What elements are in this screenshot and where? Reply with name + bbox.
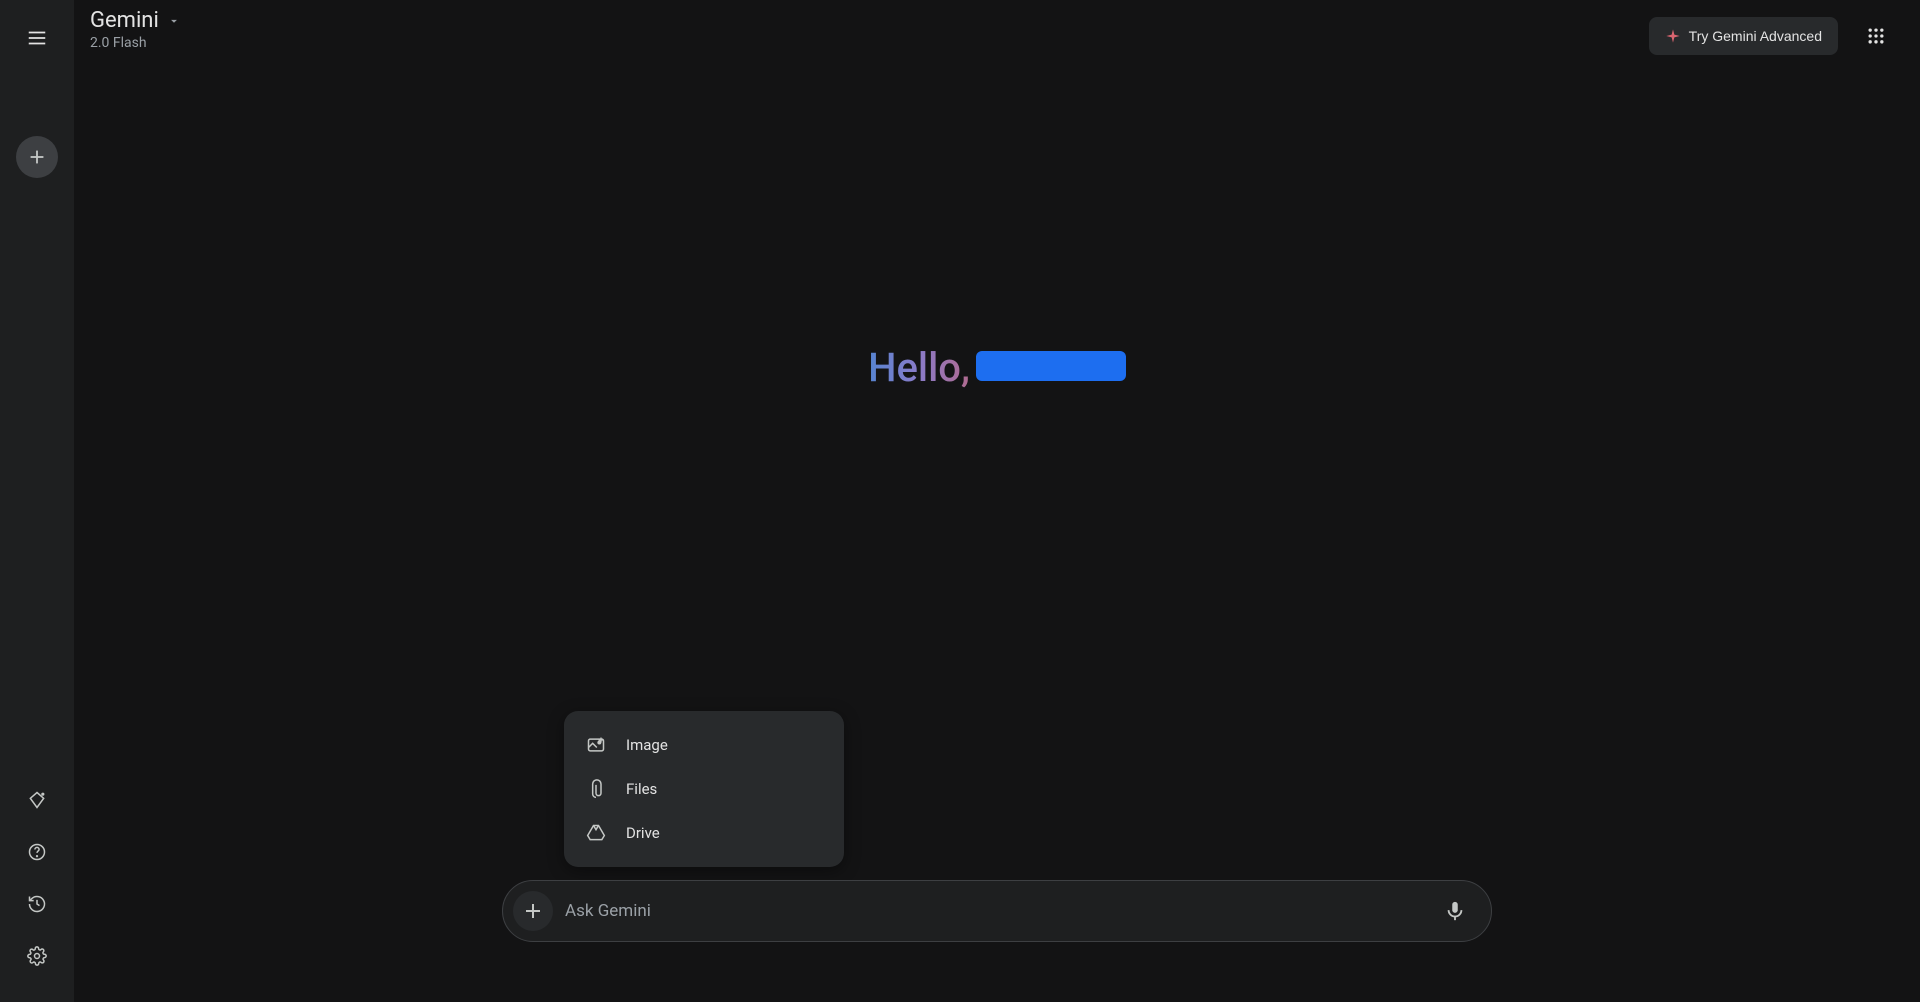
help-icon — [27, 842, 47, 862]
image-upload-icon — [586, 735, 606, 755]
hamburger-icon — [26, 27, 48, 49]
attach-files-label: Files — [626, 780, 657, 798]
try-advanced-button[interactable]: Try Gemini Advanced — [1649, 17, 1838, 55]
attach-button[interactable] — [513, 891, 553, 931]
drive-icon — [586, 823, 606, 843]
try-advanced-label: Try Gemini Advanced — [1689, 28, 1822, 44]
settings-button[interactable] — [17, 936, 57, 976]
attach-drive-option[interactable]: Drive — [564, 811, 844, 855]
help-button[interactable] — [17, 832, 57, 872]
new-chat-button[interactable] — [16, 136, 58, 178]
sidebar — [0, 0, 74, 1002]
app-title: Gemini — [90, 8, 159, 33]
gem-manager-button[interactable] — [17, 780, 57, 820]
attach-menu: Image Files Drive — [564, 711, 844, 867]
attach-image-option[interactable]: Image — [564, 723, 844, 767]
mic-icon — [1444, 900, 1466, 922]
plus-icon — [26, 146, 48, 168]
greeting: Hello, — [868, 344, 1126, 391]
plus-icon — [521, 899, 545, 923]
menu-button[interactable] — [15, 16, 59, 60]
activity-button[interactable] — [17, 884, 57, 924]
attachment-icon — [586, 779, 606, 799]
main-content: Gemini 2.0 Flash Try Gemini Advanced — [74, 0, 1920, 1002]
attach-image-label: Image — [626, 736, 668, 754]
attach-files-option[interactable]: Files — [564, 767, 844, 811]
diamond-sparkle-icon — [27, 790, 47, 810]
mic-button[interactable] — [1435, 891, 1475, 931]
attach-drive-label: Drive — [626, 824, 660, 842]
history-icon — [27, 894, 47, 914]
prompt-input[interactable] — [565, 901, 1423, 921]
greeting-name-redacted — [976, 351, 1126, 381]
input-container — [502, 880, 1492, 942]
apps-grid-icon — [1866, 26, 1886, 46]
content-area: Hello, — [74, 64, 1920, 1002]
header: Gemini 2.0 Flash Try Gemini Advanced — [74, 0, 1920, 64]
spark-icon — [1665, 28, 1681, 44]
greeting-text: Hello, — [868, 344, 970, 391]
model-name: 2.0 Flash — [90, 35, 181, 51]
input-bar — [502, 880, 1492, 942]
gear-icon — [27, 946, 47, 966]
model-picker[interactable]: Gemini — [90, 8, 181, 33]
chevron-down-icon — [167, 14, 181, 28]
google-apps-button[interactable] — [1856, 16, 1896, 56]
